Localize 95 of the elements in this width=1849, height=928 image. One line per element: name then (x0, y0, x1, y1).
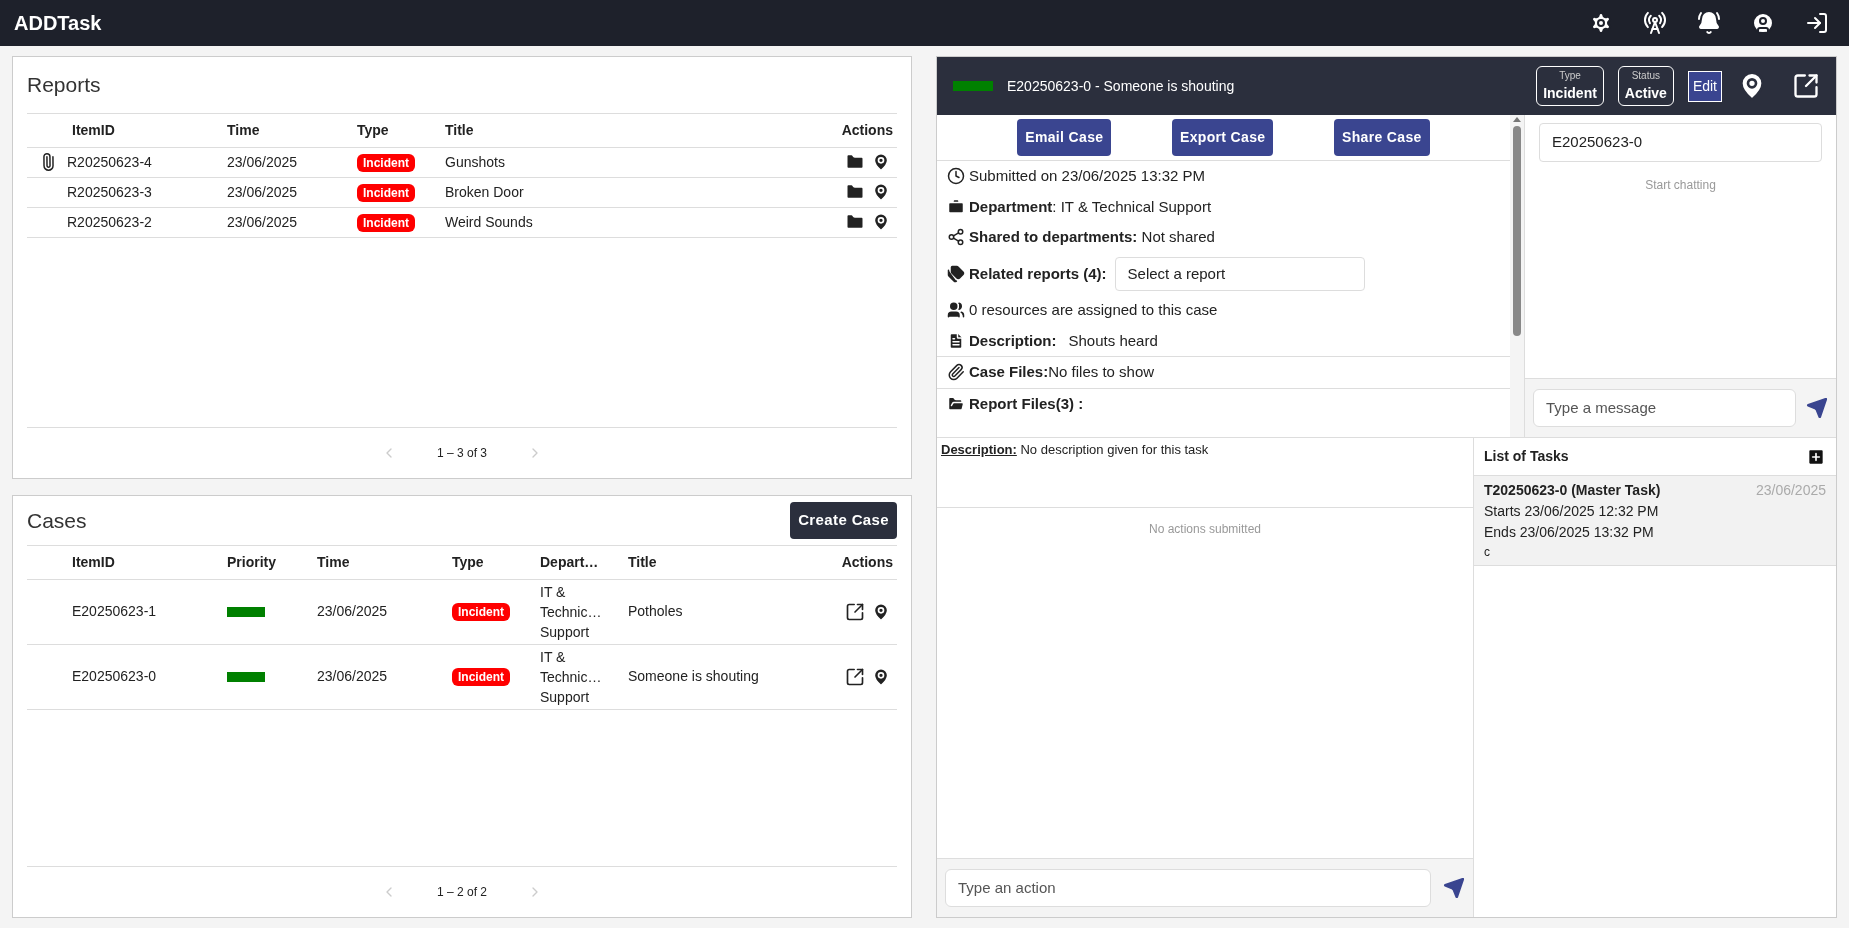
column-header: Time (227, 113, 357, 147)
table-cell: 23/06/2025 (227, 183, 298, 200)
action-button[interactable]: Email Case (1017, 119, 1112, 156)
table-cell: Potholes (628, 603, 683, 619)
people-icon (947, 301, 965, 320)
column-header: Type (452, 545, 540, 579)
chat-empty-text: Start chatting (1645, 176, 1716, 194)
panel-title: Cases (27, 507, 87, 534)
column-header: ItemID (27, 113, 227, 147)
column-header: Actions (817, 545, 897, 579)
table-cell: E20250623-0 (72, 668, 157, 684)
detail-text: Department: IT & Technical Support (969, 196, 1212, 217)
detail-text: 0 resources are assigned to this case (969, 300, 1218, 320)
table-cell: Weird Sounds (445, 213, 533, 230)
task-end: Ends 23/06/2025 13:32 PM (1484, 523, 1655, 542)
chat-title-field[interactable]: E20250623-0 (1539, 123, 1822, 162)
pagination-label: 1 – 2 of 2 (436, 884, 487, 901)
field-label: Related reports (4): (969, 263, 1107, 284)
signal-tower-icon[interactable] (1643, 11, 1667, 35)
type-badge: Incident (357, 213, 415, 232)
description-label: Description: (941, 442, 1017, 457)
action-field[interactable]: Type an action (945, 868, 1431, 907)
app-title: ADDTask (14, 11, 102, 36)
login-icon[interactable] (1805, 11, 1829, 35)
table-cell: 23/06/2025 (317, 668, 388, 684)
table-cell-text: IT & Technic… Support (540, 582, 603, 642)
map-pin-icon[interactable] (871, 666, 891, 687)
paperclip-icon (947, 363, 965, 382)
task-start: Starts 23/06/2025 12:32 PM (1484, 502, 1660, 521)
type-badge: Incident (452, 603, 510, 621)
send-icon[interactable] (1806, 396, 1828, 419)
type-badge: Incident (357, 183, 415, 202)
field-label: Description: (969, 330, 1057, 351)
column-header: Depart… (540, 545, 628, 579)
task-item[interactable]: T20250623-0 (Master Task) 23/06/2025 Starts 23/06/2025 12:32 PM Ends 23/06/2025 13:32 PM c (1474, 476, 1836, 566)
map-pin-icon[interactable] (871, 601, 891, 622)
share-icon (947, 228, 965, 247)
column-header: Type (357, 113, 445, 147)
user-icon[interactable] (1751, 11, 1775, 35)
map-pin-icon[interactable] (871, 182, 891, 202)
detail-text: Shared to departments: Not shared (969, 227, 1215, 247)
table-cell: 23/06/2025 (317, 603, 388, 619)
field-value: Shouts heard (1068, 330, 1158, 351)
report-select[interactable]: Select a report (1114, 256, 1365, 291)
table-cell-text: IT & Technic… Support (540, 647, 603, 707)
task-note: c (1484, 544, 1491, 561)
tasks-title: List of Tasks (1484, 447, 1569, 466)
create-case-button[interactable]: Create Case (790, 502, 897, 539)
map-pin-icon[interactable] (871, 212, 891, 232)
detail-text: Report Files(3) : (969, 393, 1084, 414)
column-header: Time (317, 545, 452, 579)
send-icon[interactable] (1443, 876, 1465, 899)
table-cell-text: R20250623-3 (67, 182, 152, 202)
clock-icon (947, 167, 965, 186)
chip-label: Status (1631, 69, 1661, 83)
detail-text: Submitted on 23/06/2025 13:32 PM (969, 166, 1205, 186)
column-header: Actions (722, 113, 897, 147)
bell-icon[interactable] (1697, 11, 1721, 35)
column-header: Title (628, 545, 817, 579)
chip-value: Active (1624, 84, 1667, 103)
briefcase-icon (947, 197, 965, 216)
open-external-icon[interactable] (845, 666, 865, 687)
actions-empty-text: No actions submitted (1148, 521, 1262, 538)
case-title: E20250623-0 - Someone is shouting (1007, 76, 1236, 96)
column-header: Title (445, 113, 723, 147)
message-field[interactable]: Type a message (1533, 388, 1796, 427)
scrollbar[interactable] (1510, 115, 1524, 437)
task-date: 23/06/2025 (1755, 481, 1826, 500)
edit-button[interactable]: Edit (1687, 70, 1722, 102)
type-badge: Incident (357, 153, 415, 172)
table-cell-text: R20250623-4 (67, 152, 152, 172)
document-icon (947, 331, 965, 350)
description-text: No description given for this task (1020, 442, 1209, 457)
table-cell: 23/06/2025 (227, 213, 298, 230)
detail-text: Case Files:No files to show (969, 362, 1155, 382)
task-title: T20250623-0 (Master Task) (1484, 481, 1661, 500)
column-header: ItemID (27, 545, 227, 579)
table-cell: E20250623-1 (72, 603, 157, 619)
chip-label: Type (1559, 69, 1581, 83)
table-cell-text: R20250623-2 (67, 212, 152, 232)
action-button[interactable]: Export Case (1171, 119, 1274, 156)
column-header: Priority (227, 545, 317, 579)
panel-title: Reports (27, 72, 102, 98)
pagination-label: 1 – 3 of 3 (436, 445, 487, 462)
map-pin-icon[interactable] (871, 152, 891, 172)
table-cell: Broken Door (445, 183, 524, 200)
open-external-icon[interactable] (1792, 72, 1820, 100)
tags-icon (947, 264, 965, 283)
table-cell: Gunshots (445, 153, 505, 170)
type-badge: Incident (452, 668, 510, 686)
chip-value: Incident (1543, 84, 1597, 103)
table-cell: 23/06/2025 (227, 153, 298, 170)
action-button[interactable]: Share Case (1333, 119, 1430, 156)
open-external-icon[interactable] (845, 601, 865, 622)
table-cell: Someone is shouting (628, 668, 759, 684)
